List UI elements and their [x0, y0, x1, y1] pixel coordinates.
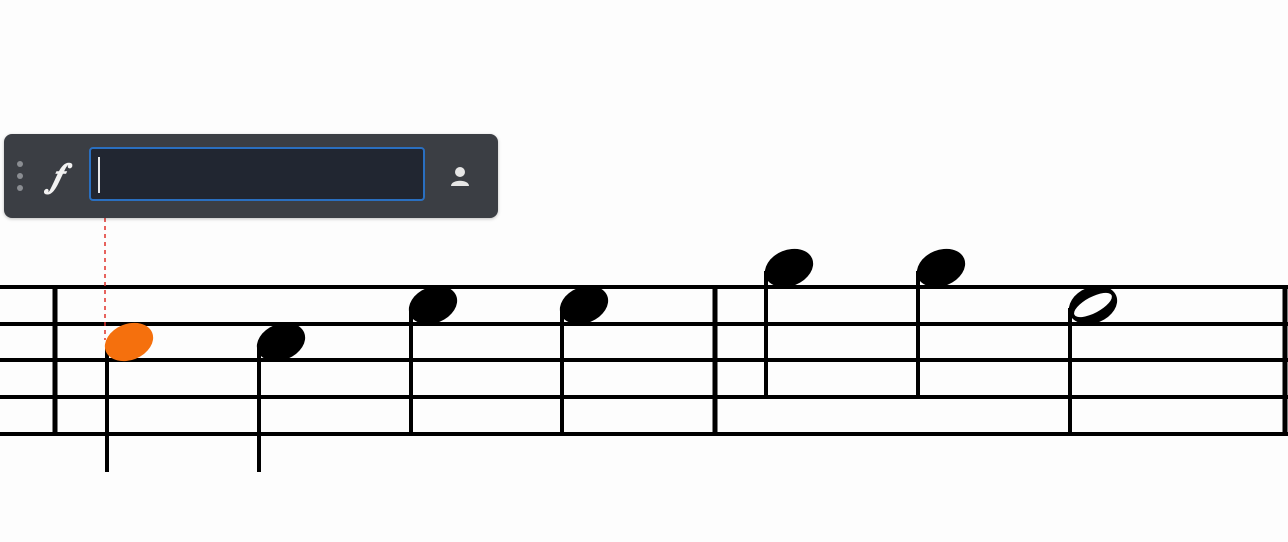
note-1[interactable]: [99, 316, 159, 472]
grip-dot: [17, 161, 23, 167]
score-canvas[interactable]: 𝆑: [0, 0, 1288, 542]
score-staff[interactable]: [0, 0, 1288, 542]
dynamics-popover[interactable]: 𝆑: [4, 134, 498, 218]
person-icon[interactable]: [448, 164, 472, 188]
dynamics-input[interactable]: [89, 147, 425, 201]
drag-handle-icon[interactable]: [17, 161, 23, 191]
grip-dot: [17, 173, 23, 179]
grip-dot: [17, 185, 23, 191]
note-5[interactable]: [759, 242, 819, 398]
text-caret: [98, 157, 100, 193]
note-2[interactable]: [251, 316, 311, 472]
note-4[interactable]: [554, 279, 614, 435]
note-7-half[interactable]: [1063, 279, 1123, 435]
note-6[interactable]: [911, 242, 971, 398]
dynamics-forte-icon: 𝆑: [51, 156, 63, 196]
note-3[interactable]: [403, 279, 463, 435]
